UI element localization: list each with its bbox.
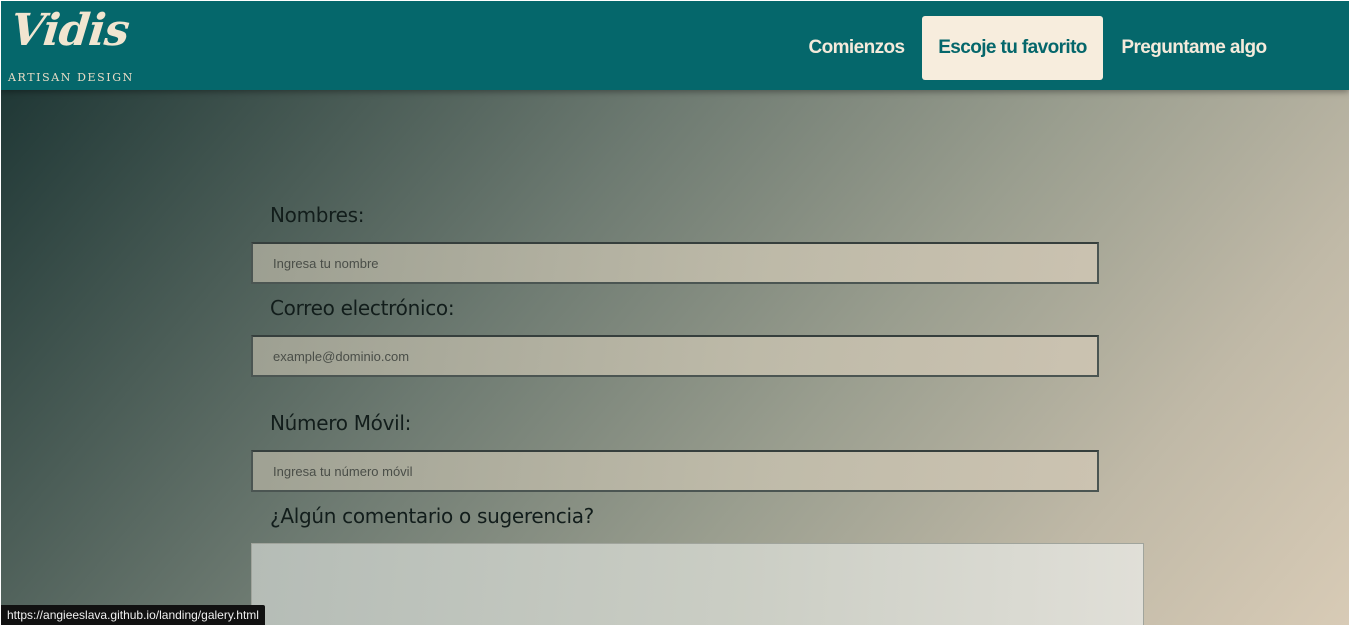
- name-input[interactable]: [251, 242, 1099, 284]
- page: Vidis ARTISAN DESIGN Comienzos Escoje tu…: [1, 1, 1349, 625]
- brand-tagline: ARTISAN DESIGN: [8, 71, 134, 84]
- phone-input[interactable]: [251, 450, 1099, 492]
- status-bar-url: https://angieeslava.github.io/landing/ga…: [1, 605, 265, 625]
- nav-item-escoje-tu-favorito[interactable]: Escoje tu favorito: [922, 16, 1103, 80]
- nav-item-comienzos[interactable]: Comienzos: [791, 16, 922, 80]
- comment-label: ¿Algún comentario o sugerencia?: [270, 504, 595, 528]
- email-label: Correo electrónico:: [270, 296, 455, 320]
- email-input[interactable]: [251, 335, 1099, 377]
- brand-script-name: Vidis: [8, 5, 132, 56]
- brand-logo[interactable]: Vidis ARTISAN DESIGN: [7, 1, 133, 89]
- name-label: Nombres:: [270, 203, 365, 227]
- comment-textarea[interactable]: [251, 543, 1144, 625]
- nav-item-preguntame-algo[interactable]: Preguntame algo: [1103, 16, 1285, 80]
- phone-label: Número Móvil:: [270, 411, 412, 435]
- navbar: Vidis ARTISAN DESIGN Comienzos Escoje tu…: [1, 1, 1349, 90]
